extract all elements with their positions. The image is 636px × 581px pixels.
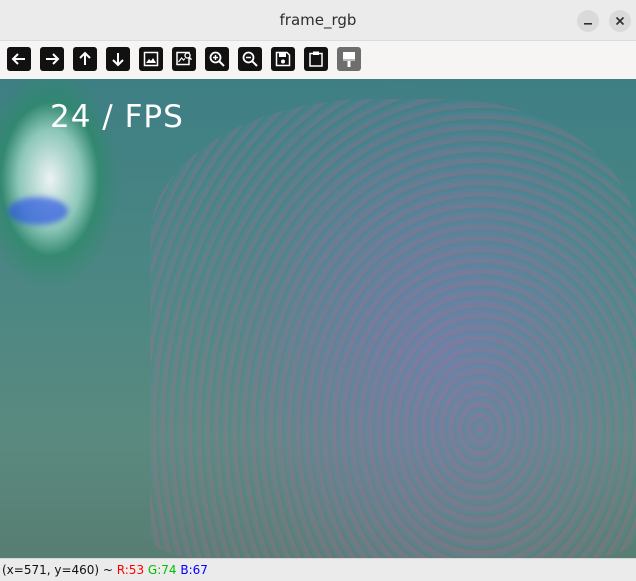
arrow-down-icon [112,53,124,67]
minimize-icon [584,23,592,25]
minimize-button[interactable] [577,10,599,32]
blue-reflection [8,197,68,225]
green-value: G:74 [147,563,177,577]
pan-right-button[interactable] [40,47,64,71]
properties-button[interactable] [337,47,361,71]
arrow-right-icon [46,53,60,65]
cursor-coordinates: (x=571, y=460) ~ [2,563,117,577]
clipboard-icon [309,51,323,67]
pan-down-button[interactable] [106,47,130,71]
pan-left-button[interactable] [7,47,31,71]
image-icon [143,51,159,67]
zoom-out-button[interactable] [238,47,262,71]
fingerprint-image [150,99,636,558]
zoom-in-icon [209,51,225,67]
zoom-original-button[interactable] [172,47,196,71]
close-button[interactable] [609,10,631,32]
blue-value: B:67 [180,563,208,577]
fps-overlay-text: 24 / FPS [50,99,184,135]
status-bar: (x=571, y=460) ~ R:53 G:74 B:67 [0,558,636,581]
image-canvas[interactable]: 24 / FPS [0,79,636,558]
pixel-info: (x=571, y=460) ~ R:53 G:74 B:67 [2,563,208,577]
image-viewer-window: frame_rgb 24 / FPS (x=571, y=460) ~ R:53… [0,0,636,581]
save-button[interactable] [271,47,295,71]
arrow-up-icon [79,51,91,65]
arrow-left-icon [11,53,25,65]
window-title: frame_rgb [279,11,357,29]
image-magnify-icon [176,51,193,66]
zoom-out-icon [242,51,258,67]
red-value: R:53 [116,563,145,577]
toolbar [0,41,636,79]
pan-up-button[interactable] [73,47,97,71]
close-icon [615,16,625,26]
copy-button[interactable] [304,47,328,71]
save-icon [275,51,291,67]
zoom-in-button[interactable] [205,47,229,71]
zoom-fit-button[interactable] [139,47,163,71]
title-bar[interactable]: frame_rgb [0,0,636,41]
paint-brush-icon [343,52,355,67]
